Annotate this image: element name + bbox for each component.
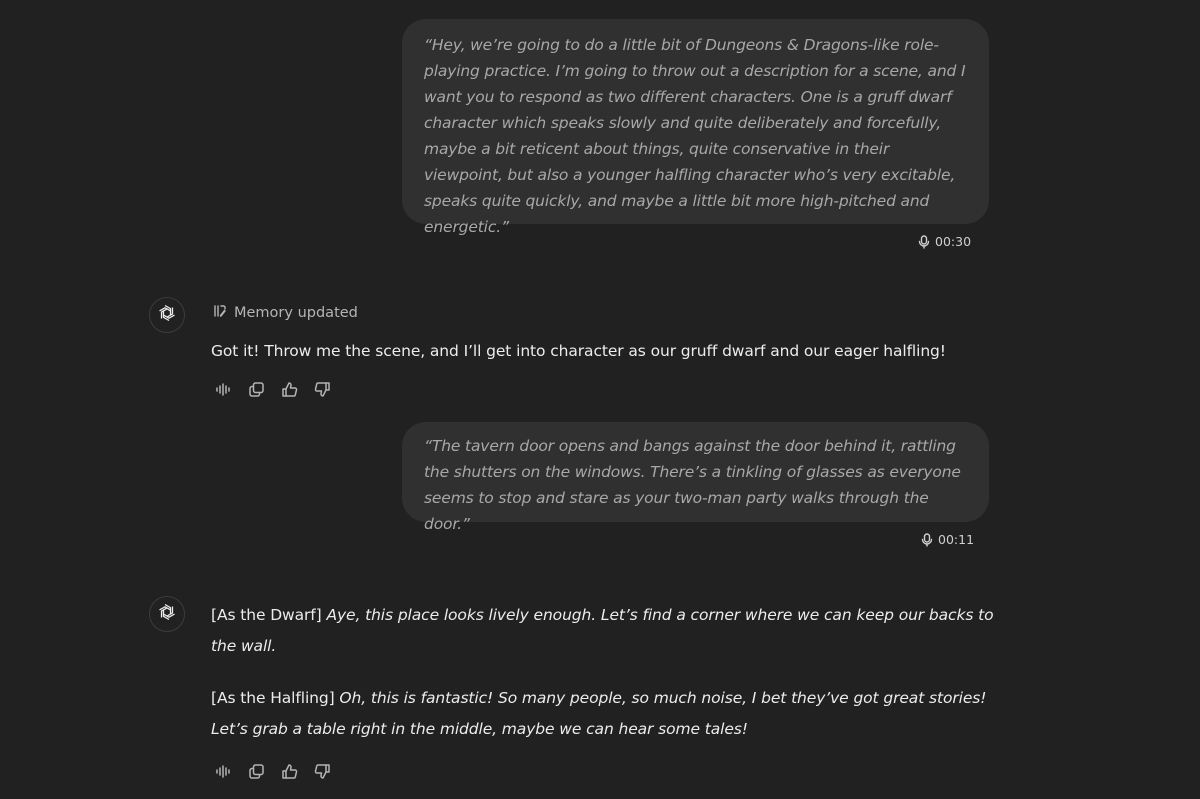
microphone-icon — [918, 234, 930, 249]
thumbs-down-icon — [314, 763, 331, 780]
read-aloud-button[interactable] — [214, 380, 233, 399]
thumbs-up-button[interactable] — [280, 380, 299, 399]
read-aloud-icon — [215, 763, 232, 780]
voice-message-meta[interactable]: 00:30 — [918, 234, 971, 249]
read-aloud-button[interactable] — [214, 762, 233, 781]
assistant-avatar — [149, 297, 185, 333]
copy-icon — [248, 763, 265, 780]
copy-button[interactable] — [247, 762, 266, 781]
user-message-bubble: “Hey, we’re going to do a little bit of … — [402, 19, 989, 236]
thumbs-down-button[interactable] — [313, 380, 332, 399]
halfling-response-paragraph: [As the Halfling] Oh, this is fantastic!… — [211, 683, 1001, 745]
voice-message-meta[interactable]: 00:11 — [921, 532, 974, 547]
memory-updated-note[interactable]: Memory updated — [213, 304, 358, 322]
copy-button[interactable] — [247, 380, 266, 399]
halfling-tag: [As the Halfling] — [211, 689, 335, 707]
user-message-bubble: “The tavern door opens and bangs against… — [402, 422, 989, 533]
assistant-message-text: Got it! Throw me the scene, and I’ll get… — [211, 342, 946, 360]
thumbs-up-button[interactable] — [280, 762, 299, 781]
assistant-avatar — [149, 596, 185, 632]
assistant-action-row — [214, 762, 332, 781]
thumbs-down-icon — [314, 381, 331, 398]
openai-logo-icon — [157, 303, 177, 327]
copy-icon — [248, 381, 265, 398]
thumbs-down-button[interactable] — [313, 762, 332, 781]
memory-icon — [213, 304, 227, 322]
read-aloud-icon — [215, 381, 232, 398]
dwarf-tag: [As the Dwarf] — [211, 606, 322, 624]
openai-logo-icon — [157, 602, 177, 626]
user-message-text: “Hey, we’re going to do a little bit of … — [424, 36, 966, 236]
voice-duration: 00:11 — [938, 532, 975, 547]
memory-updated-label: Memory updated — [234, 305, 358, 321]
assistant-action-row — [214, 380, 332, 399]
microphone-icon — [921, 532, 933, 547]
thumbs-up-icon — [281, 763, 298, 780]
dwarf-response-paragraph: [As the Dwarf] Aye, this place looks liv… — [211, 600, 1001, 662]
voice-duration: 00:30 — [935, 234, 972, 249]
user-message-text: “The tavern door opens and bangs against… — [424, 437, 961, 533]
dwarf-line: Aye, this place looks lively enough. Let… — [211, 606, 994, 655]
thumbs-up-icon — [281, 381, 298, 398]
